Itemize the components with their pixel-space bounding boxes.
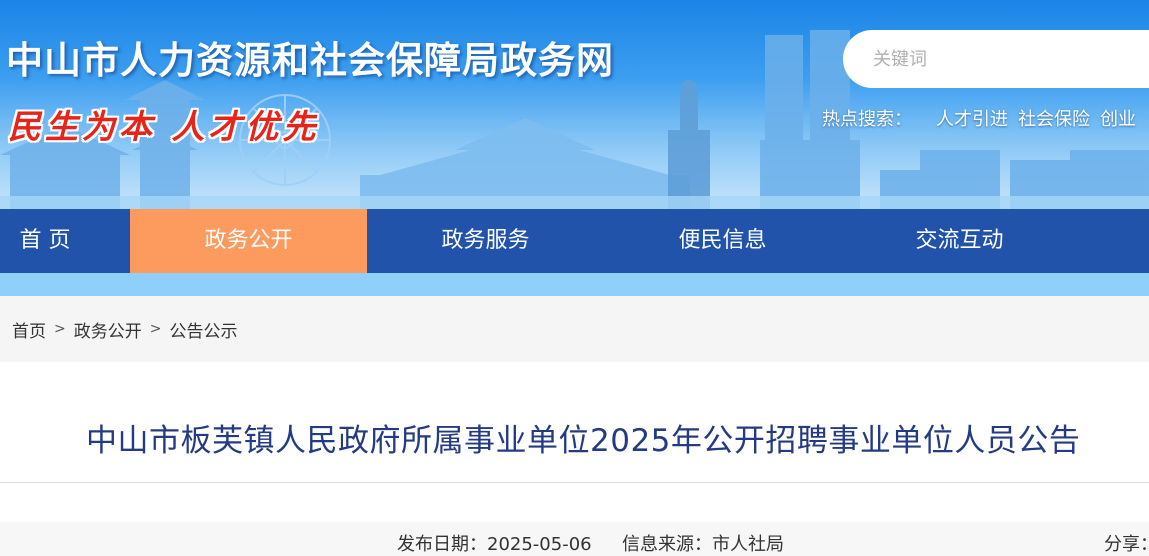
breadcrumb-separator: > xyxy=(149,321,162,337)
nav-item-home[interactable]: 首 页 xyxy=(0,209,110,273)
hot-search-link-social-insurance[interactable]: 社会保险 xyxy=(1018,105,1090,131)
info-source-label: 信息来源： xyxy=(622,534,712,555)
hot-search-label: 热点搜索： xyxy=(822,109,912,130)
hot-search-link-talent[interactable]: 人才引进 xyxy=(936,105,1008,131)
nav-item-interaction[interactable]: 交流互动 xyxy=(841,209,1078,273)
search-input[interactable] xyxy=(873,48,1133,70)
nav-item-government-affairs[interactable]: 政务公开 xyxy=(130,209,367,273)
info-source: 信息来源：市人社局 xyxy=(622,530,784,556)
hot-search-link-entrepreneurship[interactable]: 创业 xyxy=(1100,105,1136,131)
hot-search-bar: 热点搜索： 人才引进 社会保险 创业 xyxy=(822,105,1136,131)
breadcrumb-government-affairs[interactable]: 政务公开 xyxy=(74,317,142,342)
nav-item-government-services[interactable]: 政务服务 xyxy=(367,209,604,273)
article-meta-bar: 发布日期：2025-05-06 信息来源：市人社局 分享： xyxy=(0,522,1149,556)
breadcrumb-announcements[interactable]: 公告公示 xyxy=(169,317,237,342)
nav-item-public-info[interactable]: 便民信息 xyxy=(604,209,841,273)
title-divider xyxy=(0,482,1149,483)
decorative-strip xyxy=(0,273,1149,296)
site-title: 中山市人力资源和社会保障局政务网 xyxy=(6,39,614,82)
site-slogan: 民生为本 人才优先 xyxy=(8,107,320,146)
breadcrumb-separator: > xyxy=(54,321,66,337)
main-nav: 首 页 政务公开 政务服务 便民信息 交流互动 xyxy=(0,209,1149,273)
article-title: 中山市板芙镇人民政府所属事业单位2025年公开招聘事业单位人员公告 xyxy=(86,423,1081,459)
header-banner: 中山市人力资源和社会保障局政务网 民生为本 人才优先 热点搜索： 人才引进 社会… xyxy=(0,0,1149,209)
publish-date: 发布日期：2025-05-06 xyxy=(397,530,592,556)
search-box xyxy=(843,30,1149,88)
share-label[interactable]: 分享： xyxy=(1104,530,1149,556)
publish-date-value: 2025-05-06 xyxy=(487,534,592,555)
breadcrumb-home[interactable]: 首页 xyxy=(12,317,46,342)
breadcrumb: 首页 > 政务公开 > 公告公示 xyxy=(0,296,1149,362)
publish-date-label: 发布日期： xyxy=(397,534,487,555)
info-source-value: 市人社局 xyxy=(712,534,784,555)
